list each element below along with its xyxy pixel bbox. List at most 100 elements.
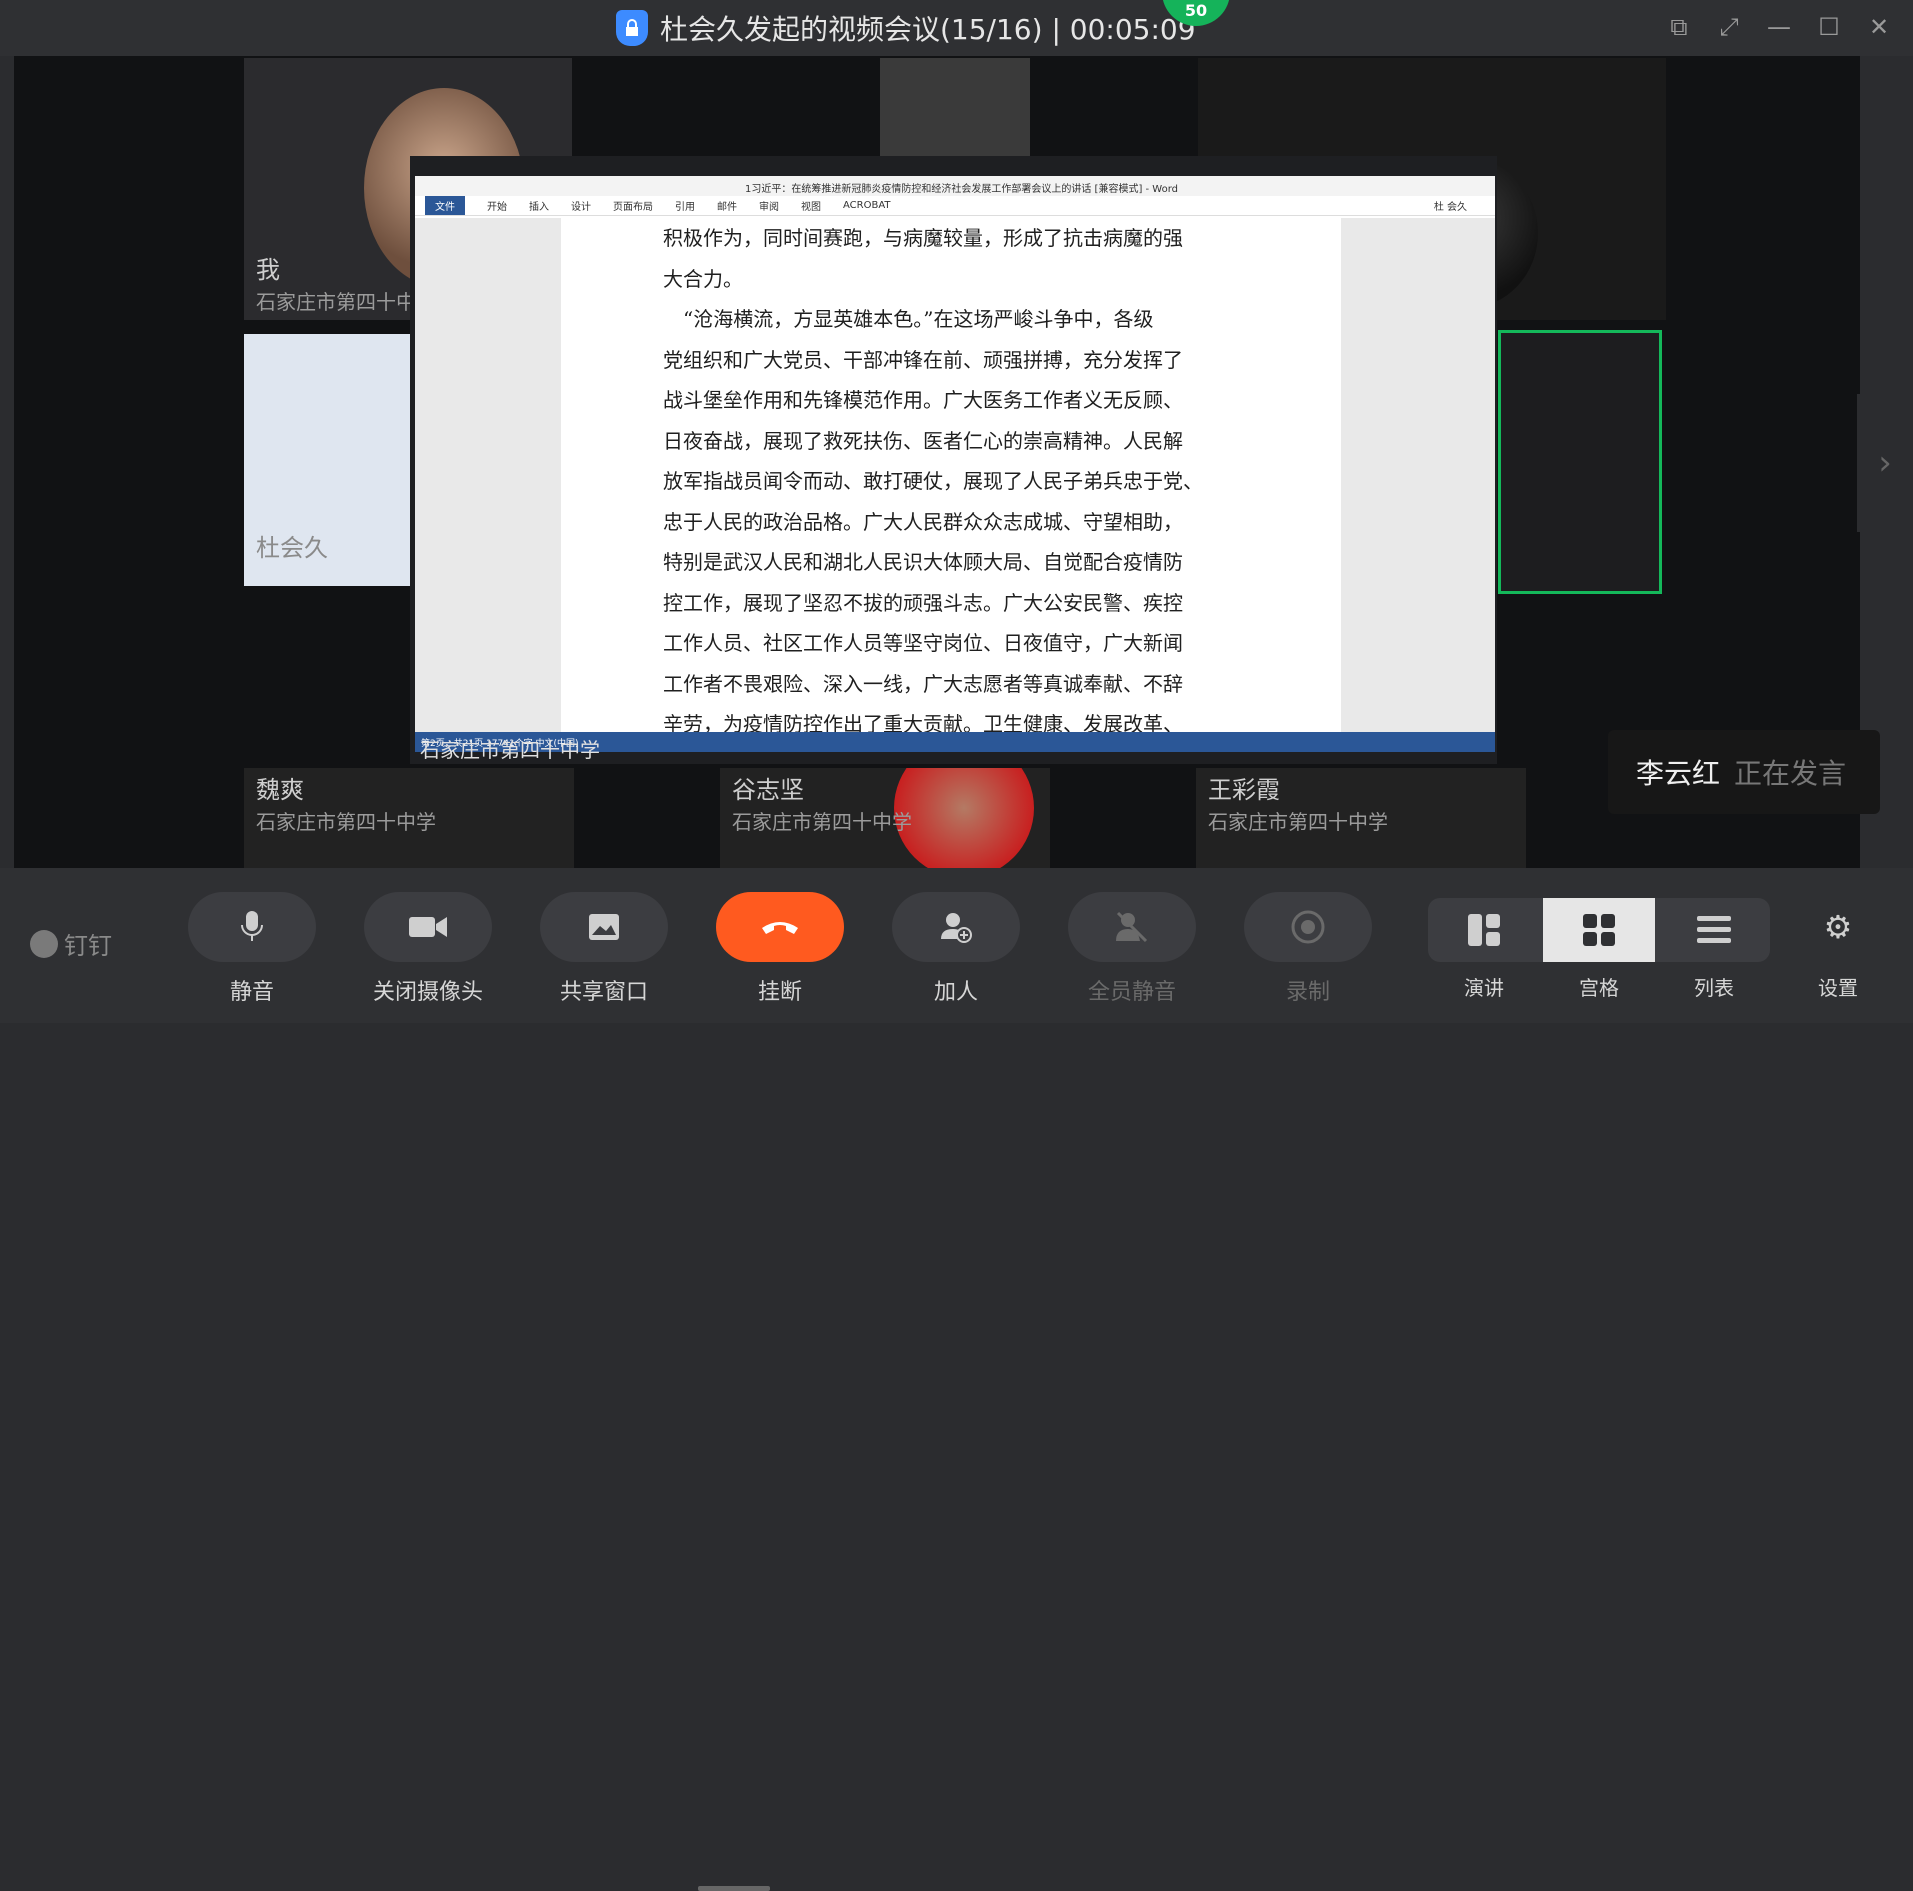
doc-line: 日夜奋战，展现了救死扶伤、医者仁心的崇高精神。人民解 — [663, 428, 1183, 453]
participant-name: 谷志坚 — [732, 776, 804, 804]
tab-layout[interactable]: 页面布局 — [613, 198, 653, 213]
shared-word-window[interactable]: 1习近平：在统筹推进新冠肺炎疫情防控和经济社会发展工作部署会议上的讲话 [兼容模… — [415, 176, 1495, 752]
meeting-toolbar: 钉钉 静音 关闭摄像头 共享窗口 挂断 加人 全员静音 录制 演讲 宫格 列表 … — [0, 868, 1913, 1891]
doc-line: 战斗堡垒作用和先锋模范作用。广大医务工作者义无反顾、 — [663, 388, 1183, 412]
dingtalk-logo-icon — [30, 929, 58, 958]
list-layout-icon — [1697, 916, 1731, 943]
minimize-icon[interactable]: — — [1765, 10, 1793, 44]
doc-line: 控工作，展现了坚忍不拔的顽强斗志。广大公安民警、疾控 — [663, 590, 1183, 615]
brand-name: 钉钉 — [64, 932, 112, 960]
title-bar: 杜会久发起的视频会议(15/16) | 00:05:09 50 ⧉ ⤢ — ☐ … — [0, 0, 1913, 56]
camera-icon — [364, 892, 492, 962]
tab-file[interactable]: 文件 — [425, 196, 465, 215]
document-text: 积极作为，同时间赛跑，与病魔较量，形成了抗击病魔的强 大合力。 “沧海横流，方显… — [663, 218, 1223, 732]
word-titlebar: 1习近平：在统筹推进新冠肺炎疫情防控和经济社会发展工作部署会议上的讲话 [兼容模… — [415, 176, 1495, 196]
participant-org: 石家庄市第四十中学 — [256, 810, 436, 834]
brand: 钉钉 — [30, 926, 112, 961]
mute-all-label: 全员静音 — [1087, 980, 1176, 1005]
float-window-icon[interactable]: ⧉ — [1665, 10, 1693, 44]
word-document-area: 积极作为，同时间赛跑，与病魔较量，形成了抗击病魔的强 大合力。 “沧海横流，方显… — [415, 218, 1495, 732]
participant-name: 魏爽 — [256, 776, 304, 804]
phone-hangup-icon — [716, 892, 844, 962]
doc-line: 忠于人民的政治品格。广大人民群众众志成城、守望相助， — [663, 509, 1183, 534]
speaker-state: 正在发言 — [1734, 757, 1847, 790]
doc-line: 大合力。 — [663, 266, 743, 291]
doc-line: 工作者不畏艰险、深入一线，广大志愿者等真诚奉献、不辞 — [663, 671, 1183, 696]
participant-name: 杜会久 — [256, 534, 328, 562]
participant-name: 我 — [256, 256, 280, 284]
gear-icon: ⚙ — [1823, 908, 1853, 946]
camera-label: 关闭摄像头 — [372, 980, 483, 1005]
doc-line: “沧海横流，方显英雄本色。”在这场严峻斗争中，各级 — [663, 307, 1154, 331]
tab-mailings[interactable]: 邮件 — [717, 198, 737, 213]
presenter-label: 石家庄市第四十中学 — [420, 738, 600, 762]
share-screen-icon — [540, 892, 668, 962]
tab-insert[interactable]: 插入 — [529, 198, 549, 213]
speaker-layout-icon — [1468, 914, 1500, 946]
tab-home[interactable]: 开始 — [487, 198, 507, 213]
mute-label: 静音 — [229, 980, 274, 1005]
speaker-name: 李云红 — [1636, 757, 1721, 790]
word-ribbon-tabs: 文件 开始 插入 设计 页面布局 引用 邮件 审阅 视图 ACROBAT 杜 会… — [415, 196, 1495, 216]
add-user-icon — [892, 892, 1020, 962]
participant-name: 王彩霞 — [1208, 776, 1280, 804]
share-label: 共享窗口 — [559, 980, 648, 1005]
participant-tile[interactable]: 王彩霞 石家庄市第四十中学 — [1196, 768, 1526, 868]
window-controls: ⧉ ⤢ — ☐ ✕ — [1665, 10, 1893, 44]
participant-video — [894, 768, 1034, 868]
doc-line: 放军指战员闻令而动、敢打硬仗，展现了人民子弟兵忠于党、 — [663, 469, 1203, 493]
tab-acrobat[interactable]: ACROBAT — [843, 200, 891, 211]
layout-list-label: 列表 — [1694, 976, 1734, 1000]
participant-org: 石家庄市第四十中学 — [1208, 810, 1388, 834]
doc-line: 特别是武汉人民和湖北人民识大体顾大局、自觉配合疫情防 — [663, 550, 1183, 574]
add-person-button[interactable]: 加人 — [892, 892, 1020, 1006]
chevron-right-icon: › — [1878, 443, 1892, 483]
word-title: 1习近平：在统筹推进新冠肺炎疫情防控和经济社会发展工作部署会议上的讲话 [兼容模… — [745, 184, 1179, 195]
participant-org: 石家庄市第四十中学 — [732, 810, 912, 834]
meeting-title-text: 杜会久发起的视频会议(15/16) | 00:05:09 — [660, 13, 1196, 46]
mute-button[interactable]: 静音 — [188, 892, 316, 1006]
participant-tile[interactable] — [880, 58, 1030, 158]
participant-tile[interactable]: 魏爽 石家庄市第四十中学 — [244, 768, 574, 868]
scrollbar[interactable] — [698, 1886, 770, 1891]
microphone-icon — [188, 892, 316, 962]
maximize-icon[interactable]: ☐ — [1815, 10, 1843, 44]
word-user: 杜 会久 — [1433, 202, 1467, 213]
camera-off-button[interactable]: 关闭摄像头 — [364, 892, 492, 1006]
hangup-label: 挂断 — [757, 980, 802, 1005]
settings-button[interactable]: ⚙ — [1818, 908, 1858, 948]
active-speaker-tile[interactable] — [1498, 330, 1662, 594]
share-window-button[interactable]: 共享窗口 — [540, 892, 668, 1006]
settings-label: 设置 — [1818, 976, 1858, 1000]
doc-line: 党组织和广大党员、干部冲锋在前、顽强拼搏，充分发挥了 — [663, 347, 1183, 372]
fullscreen-icon[interactable]: ⤢ — [1715, 10, 1743, 44]
layout-grid-button[interactable] — [1543, 898, 1655, 962]
hangup-button[interactable]: 挂断 — [716, 892, 844, 1006]
participant-tile[interactable]: 杜会久 — [244, 334, 434, 586]
doc-line: 积极作为，同时间赛跑，与病魔较量，形成了抗击病魔的强 — [663, 226, 1183, 250]
grid-layout-icon — [1583, 914, 1615, 946]
record-icon — [1244, 892, 1372, 962]
speaking-indicator: 李云红 正在发言 — [1608, 730, 1880, 814]
layout-speaker-label: 演讲 — [1464, 976, 1504, 1000]
layout-list-button[interactable] — [1658, 898, 1770, 962]
tab-design[interactable]: 设计 — [571, 198, 591, 213]
record-button[interactable]: 录制 — [1244, 892, 1372, 1006]
mute-all-button[interactable]: 全员静音 — [1068, 892, 1196, 1006]
tab-references[interactable]: 引用 — [675, 198, 695, 213]
close-icon[interactable]: ✕ — [1865, 10, 1893, 44]
next-page-arrow[interactable]: › — [1857, 394, 1913, 532]
participant-org: 石家庄市第四十中学 — [256, 290, 436, 314]
tab-view[interactable]: 视图 — [801, 198, 821, 213]
add-person-label: 加人 — [933, 980, 978, 1005]
doc-line: 工作人员、社区工作人员等坚守岗位、日夜值守，广大新闻 — [663, 631, 1183, 655]
mute-all-icon — [1068, 892, 1196, 962]
participant-tile[interactable]: 谷志坚 石家庄市第四十中学 — [720, 768, 1050, 868]
lock-icon — [616, 10, 648, 46]
record-label: 录制 — [1285, 980, 1330, 1005]
tab-review[interactable]: 审阅 — [759, 198, 779, 213]
meeting-title: 杜会久发起的视频会议(15/16) | 00:05:09 — [616, 8, 1196, 48]
doc-line: 辛劳，为疫情防控作出了重大贡献。卫生健康、发展改革、 — [663, 712, 1183, 732]
layout-grid-label: 宫格 — [1579, 976, 1619, 1000]
layout-speaker-button[interactable] — [1428, 898, 1540, 962]
